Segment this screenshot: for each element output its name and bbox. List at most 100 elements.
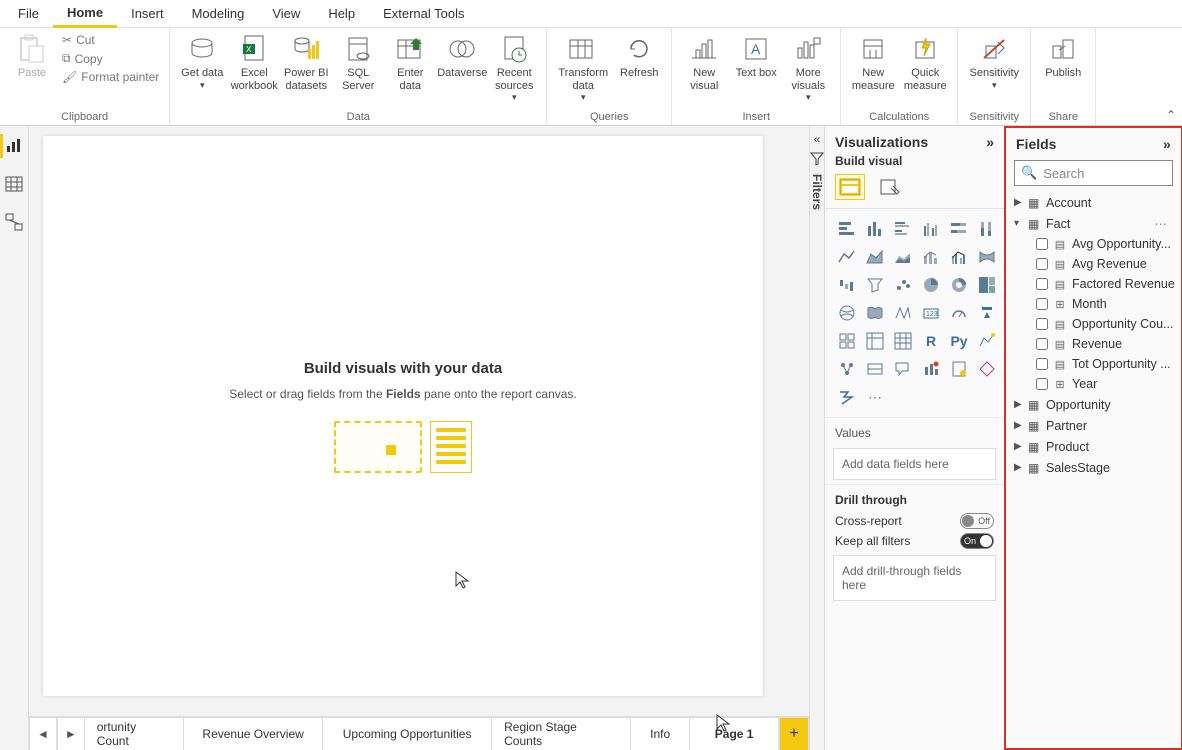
ribbon-collapse-button[interactable]: ⌃ [1166,108,1176,122]
publish-button[interactable]: Publish [1037,31,1089,82]
filled-map-icon[interactable] [863,301,887,325]
menu-view[interactable]: View [258,1,314,26]
drill-through-drop-well[interactable]: Add drill-through fields here [833,555,996,601]
build-visual-tab[interactable] [835,174,865,200]
expand-filters-icon[interactable]: « [814,132,821,146]
azure-map-icon[interactable] [891,301,915,325]
keep-filters-toggle[interactable]: On [960,533,994,549]
key-influencers-icon[interactable] [835,357,859,381]
more-options-icon[interactable]: ⋯ [1154,216,1167,231]
menu-help[interactable]: Help [314,1,369,26]
funnel-icon[interactable] [863,273,887,297]
table-fact[interactable]: ▾▦Fact⋯ [1012,213,1175,234]
clustered-bar-icon[interactable] [891,217,915,241]
decomposition-icon[interactable] [863,357,887,381]
format-painter-button[interactable]: 🖌Format painter [58,68,163,86]
menu-external-tools[interactable]: External Tools [369,1,478,26]
new-visual-button[interactable]: New visual [678,31,730,94]
field-checkbox[interactable] [1036,378,1048,390]
values-drop-well[interactable]: Add data fields here [833,448,996,480]
menu-home[interactable]: Home [53,0,117,28]
hundred-column-icon[interactable] [975,217,999,241]
field-avg-revenue[interactable]: ▤Avg Revenue [1012,254,1175,274]
field-avg-opportunity[interactable]: ▤Avg Opportunity... [1012,234,1175,254]
card-icon[interactable] [947,301,971,325]
field-checkbox[interactable] [1036,258,1048,270]
power-apps-icon[interactable] [975,357,999,381]
table-opportunity[interactable]: ▶▦Opportunity [1012,394,1175,415]
field-tot-opportunity[interactable]: ▤Tot Opportunity ... [1012,354,1175,374]
area-chart-icon[interactable] [863,245,887,269]
field-checkbox[interactable] [1036,298,1048,310]
field-checkbox[interactable] [1036,318,1048,330]
tab-page[interactable]: Info [630,717,690,750]
model-view-button[interactable] [0,210,28,234]
py-visual-icon[interactable] [975,329,999,353]
report-view-button[interactable] [0,134,28,158]
field-checkbox[interactable] [1036,278,1048,290]
field-checkbox[interactable] [1036,238,1048,250]
kpi-icon[interactable] [835,329,859,353]
field-opportunity-count[interactable]: ▤Opportunity Cou... [1012,314,1175,334]
tab-page[interactable]: Region Stage Counts [491,717,631,750]
table-account[interactable]: ▶▦Account [1012,192,1175,213]
waterfall-icon[interactable] [835,273,859,297]
filters-pane-collapsed[interactable]: « Filters [809,126,824,750]
ribbon-chart-icon[interactable] [975,245,999,269]
format-visual-tab[interactable] [875,174,905,200]
map-icon[interactable] [835,301,859,325]
table-salesstage[interactable]: ▶▦SalesStage [1012,457,1175,478]
stacked-area-icon[interactable] [891,245,915,269]
copy-button[interactable]: ⧉Copy [58,49,163,68]
get-more-visuals-icon[interactable]: ⋯ [863,385,887,409]
gauge-icon[interactable]: 123 [919,301,943,325]
stacked-bar-icon[interactable] [835,217,859,241]
table-product[interactable]: ▶▦Product [1012,436,1175,457]
field-checkbox[interactable] [1036,358,1048,370]
smart-narrative-icon[interactable] [919,357,943,381]
add-page-button[interactable]: + [779,717,809,750]
new-measure-button[interactable]: New measure [847,31,899,94]
cut-button[interactable]: ✂Cut [58,31,163,49]
fields-search-input[interactable]: 🔍 Search [1014,160,1173,186]
cross-report-toggle[interactable]: Off [960,513,994,529]
tab-page-active[interactable]: Page 1 [689,717,779,750]
field-month[interactable]: ⊞Month [1012,294,1175,314]
slicer-icon[interactable] [863,329,887,353]
scatter-icon[interactable] [891,273,915,297]
transform-data-button[interactable]: Transform data▾ [553,31,613,105]
refresh-button[interactable]: Refresh [613,31,665,82]
paste-button[interactable]: Paste [6,31,58,82]
menu-modeling[interactable]: Modeling [178,1,259,26]
menu-insert[interactable]: Insert [117,1,178,26]
donut-icon[interactable] [947,273,971,297]
excel-button[interactable]: XExcel workbook [228,31,280,94]
field-revenue[interactable]: ▤Revenue [1012,334,1175,354]
clustered-column-icon[interactable] [919,217,943,241]
field-factored-revenue[interactable]: ▤Factored Revenue [1012,274,1175,294]
tab-page[interactable]: Upcoming Opportunities [322,717,492,750]
line-stacked-column-icon[interactable] [919,245,943,269]
tab-prev-button[interactable]: ◄ [29,717,57,750]
menu-file[interactable]: File [4,1,53,26]
dataverse-button[interactable]: Dataverse [436,31,488,82]
collapse-fields-icon[interactable]: » [1163,136,1171,152]
data-view-button[interactable] [0,172,28,196]
tab-page[interactable]: Revenue Overview [183,717,323,750]
more-visuals-button[interactable]: More visuals▾ [782,31,834,105]
table-partner[interactable]: ▶▦Partner [1012,415,1175,436]
multi-row-card-icon[interactable] [975,301,999,325]
paginated-icon[interactable] [947,357,971,381]
pbi-datasets-button[interactable]: Power BI datasets [280,31,332,94]
power-automate-icon[interactable] [835,385,859,409]
sensitivity-button[interactable]: Sensitivity▾ [964,31,1024,92]
quick-measure-button[interactable]: Quick measure [899,31,951,94]
get-data-button[interactable]: Get data▾ [176,31,228,92]
enter-data-button[interactable]: Enter data [384,31,436,94]
matrix-icon[interactable]: R [919,329,943,353]
treemap-icon[interactable] [975,273,999,297]
hundred-bar-icon[interactable] [947,217,971,241]
r-visual-icon[interactable]: Py [947,329,971,353]
report-canvas[interactable]: Build visuals with your data Select or d… [43,136,763,696]
recent-sources-button[interactable]: Recent sources▾ [488,31,540,105]
